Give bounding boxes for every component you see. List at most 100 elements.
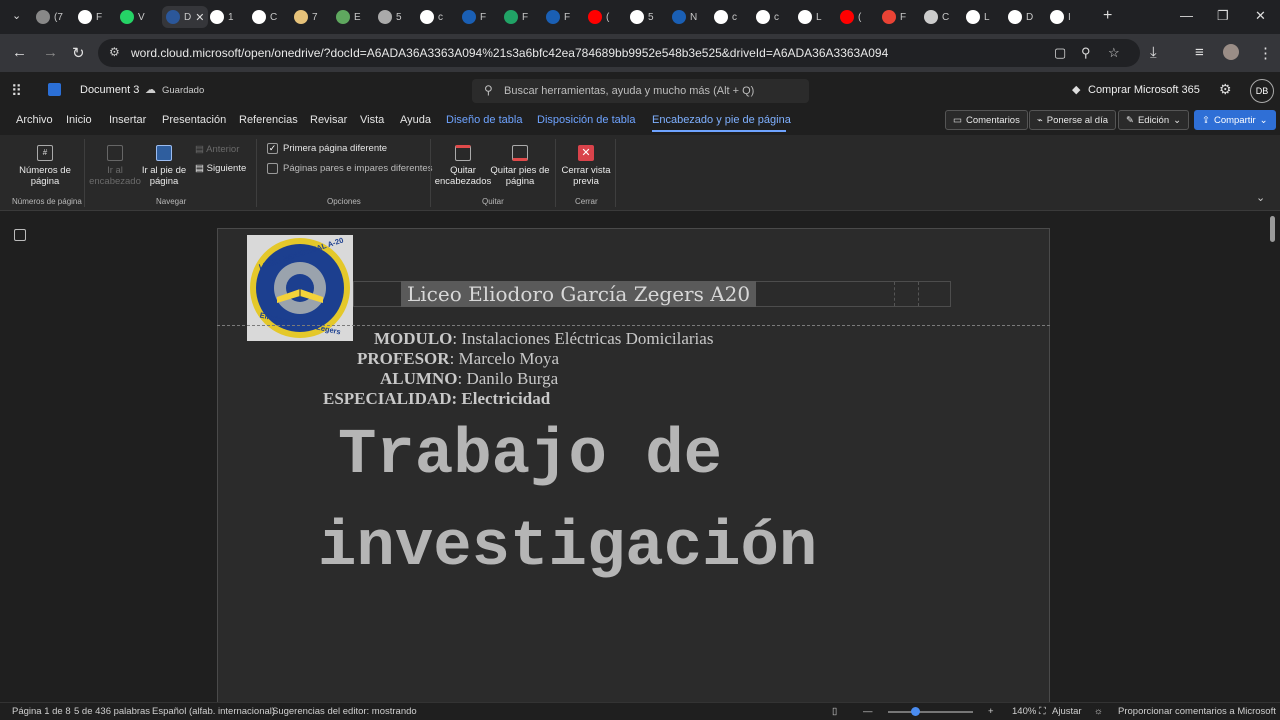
expand-ribbon-chevron-icon[interactable]: ⌄ bbox=[1256, 191, 1265, 204]
share-chevron-icon: ⌄ bbox=[1259, 114, 1268, 126]
tab-vista[interactable]: Vista bbox=[360, 114, 384, 126]
browser-tab[interactable]: (7 bbox=[36, 6, 63, 28]
next-button[interactable]: ▤ Siguiente bbox=[195, 163, 246, 174]
browser-tab[interactable]: F bbox=[462, 6, 486, 28]
browser-tab[interactable]: V bbox=[120, 6, 145, 28]
reload-icon[interactable]: ↻ bbox=[72, 44, 85, 62]
zoom-slider-thumb[interactable] bbox=[911, 707, 920, 716]
browser-tab[interactable]: L bbox=[966, 6, 990, 28]
zoom-slider[interactable] bbox=[888, 711, 973, 713]
page-count[interactable]: Página 1 de 8 bbox=[12, 706, 71, 717]
browser-tab[interactable]: N bbox=[672, 6, 697, 28]
tab-search-chevron-icon[interactable]: ⌄ bbox=[12, 9, 21, 22]
page-numbers-button[interactable]: # Números de página bbox=[12, 145, 78, 187]
page-clip-icon[interactable]: ▢ bbox=[1054, 45, 1066, 61]
tab-search-icon[interactable]: ≡ bbox=[1195, 44, 1204, 61]
browser-tab[interactable]: F bbox=[546, 6, 570, 28]
browser-tab[interactable]: ( bbox=[588, 6, 609, 28]
info-line-profesor[interactable]: PROFESOR: Marcelo Moya bbox=[357, 349, 559, 369]
zoom-out-icon[interactable]: — bbox=[863, 706, 873, 717]
zoom-icon[interactable]: ⚲ bbox=[1081, 45, 1091, 61]
minimize-icon[interactable]: — bbox=[1180, 8, 1193, 23]
info-line-alumno[interactable]: ALUMNO: Danilo Burga bbox=[380, 369, 558, 389]
tab-close-icon[interactable]: ✕ bbox=[195, 11, 204, 24]
tab-favicon-icon bbox=[546, 10, 560, 24]
tab-presentacion[interactable]: Presentación bbox=[162, 114, 226, 126]
word-count[interactable]: 5 de 436 palabras bbox=[74, 706, 150, 717]
forward-arrow-icon[interactable]: → bbox=[43, 44, 58, 61]
language[interactable]: Español (alfab. internacional) bbox=[152, 706, 275, 717]
browser-tab[interactable]: ( bbox=[840, 6, 861, 28]
browser-tab[interactable]: c bbox=[756, 6, 779, 28]
back-arrow-icon[interactable]: ← bbox=[12, 44, 27, 61]
browser-tab[interactable]: L bbox=[798, 6, 822, 28]
address-bar[interactable]: ⚙ word.cloud.microsoft/open/onedrive/?do… bbox=[98, 39, 1140, 67]
tab-referencias[interactable]: Referencias bbox=[239, 114, 298, 126]
document-title[interactable]: Document 3 bbox=[80, 84, 139, 96]
tab-disposicion-de-tabla[interactable]: Disposición de tabla bbox=[537, 114, 635, 126]
bookmark-star-icon[interactable]: ☆ bbox=[1108, 45, 1120, 61]
browser-tab[interactable]: c bbox=[714, 6, 737, 28]
fit-button[interactable]: Ajustar bbox=[1052, 706, 1082, 717]
tab-insertar[interactable]: Insertar bbox=[109, 114, 146, 126]
feedback-link[interactable]: Proporcionar comentarios a Microsoft bbox=[1118, 706, 1276, 717]
tab-encabezado-y-pie[interactable]: Encabezado y pie de página bbox=[652, 114, 791, 126]
editing-mode-button[interactable]: ✎ Edición ⌄ bbox=[1118, 110, 1190, 130]
download-icon[interactable]: ⤓ bbox=[1150, 44, 1157, 61]
info-line-modulo[interactable]: MODULO: Instalaciones Eléctricas Domicil… bbox=[374, 329, 713, 349]
different-first-page-checkbox[interactable]: ✓ Primera página diferente bbox=[267, 143, 387, 154]
close-window-icon[interactable]: ✕ bbox=[1255, 8, 1266, 24]
site-info-icon[interactable]: ⚙ bbox=[109, 45, 120, 59]
browser-tab[interactable]: 1 bbox=[210, 6, 234, 28]
browser-tab[interactable]: E bbox=[336, 6, 361, 28]
catch-up-button[interactable]: ⌁ Ponerse al día bbox=[1029, 110, 1116, 130]
zoom-in-icon[interactable]: + bbox=[988, 706, 994, 717]
browser-tab[interactable]: I bbox=[1050, 6, 1071, 28]
info-line-especialidad[interactable]: ESPECIALIDAD: Electricidad bbox=[323, 389, 550, 409]
search-box[interactable]: ⚲ Buscar herramientas, ayuda y mucho más… bbox=[472, 79, 809, 103]
tab-favicon-icon bbox=[78, 10, 92, 24]
app-launcher-icon[interactable]: ⠿ bbox=[11, 82, 22, 100]
go-to-footer-button[interactable]: Ir al pie de página bbox=[138, 145, 190, 187]
navigation-pane-icon[interactable] bbox=[14, 229, 26, 241]
header-title[interactable]: Liceo Eliodoro García Zegers A20 bbox=[401, 281, 757, 307]
browser-tab[interactable]: F bbox=[78, 6, 102, 28]
settings-gear-icon[interactable]: ⚙ bbox=[1219, 81, 1232, 98]
new-tab-button[interactable]: + bbox=[1103, 7, 1112, 25]
editor-suggestions[interactable]: Sugerencias del editor: mostrando bbox=[272, 706, 417, 717]
browser-tab[interactable]: D bbox=[1008, 6, 1033, 28]
browser-tab[interactable]: F bbox=[882, 6, 906, 28]
browser-tab[interactable]: F bbox=[504, 6, 528, 28]
title-line-1[interactable]: Trabajo de bbox=[338, 420, 722, 492]
header-table-cell-divider bbox=[894, 282, 895, 306]
share-button[interactable]: ⇪ Compartir ⌄ bbox=[1194, 110, 1276, 130]
close-preview-button[interactable]: ✕ Cerrar vista previa bbox=[558, 145, 614, 187]
user-avatar[interactable]: DB bbox=[1250, 79, 1274, 103]
browser-tab[interactable]: c bbox=[420, 6, 443, 28]
remove-footers-button[interactable]: Quitar pies de página bbox=[490, 145, 550, 187]
browser-menu-icon[interactable]: ⋮ bbox=[1258, 44, 1273, 62]
browser-tab[interactable]: 7 bbox=[294, 6, 318, 28]
tab-archivo[interactable]: Archivo bbox=[16, 114, 53, 126]
tab-ayuda[interactable]: Ayuda bbox=[400, 114, 431, 126]
zoom-level[interactable]: 140% bbox=[1012, 706, 1036, 717]
tab-diseno-de-tabla[interactable]: Diseño de tabla bbox=[446, 114, 522, 126]
restore-icon[interactable]: ❐ bbox=[1217, 8, 1229, 24]
profile-avatar[interactable] bbox=[1223, 44, 1239, 60]
print-layout-icon[interactable]: ▯ bbox=[832, 706, 837, 717]
remove-headers-button[interactable]: Quitar encabezados bbox=[434, 145, 492, 187]
browser-tab[interactable]: D ✕ bbox=[162, 6, 209, 28]
browser-tab[interactable]: 5 bbox=[378, 6, 402, 28]
browser-tab[interactable]: C bbox=[252, 6, 277, 28]
browser-tab[interactable]: 5 bbox=[630, 6, 654, 28]
browser-tab[interactable]: C bbox=[924, 6, 949, 28]
buy-microsoft-365-link[interactable]: Comprar Microsoft 365 bbox=[1088, 84, 1200, 96]
title-line-2[interactable]: investigación bbox=[318, 512, 817, 584]
vertical-scrollbar[interactable] bbox=[1270, 216, 1275, 242]
tab-inicio[interactable]: Inicio bbox=[66, 114, 92, 126]
url-text[interactable]: word.cloud.microsoft/open/onedrive/?docI… bbox=[131, 46, 888, 60]
comments-button[interactable]: ▭ Comentarios bbox=[945, 110, 1028, 130]
different-odd-even-checkbox[interactable]: Páginas pares e impares diferentes bbox=[267, 163, 432, 174]
search-placeholder[interactable]: Buscar herramientas, ayuda y mucho más (… bbox=[504, 85, 754, 97]
tab-revisar[interactable]: Revisar bbox=[310, 114, 347, 126]
